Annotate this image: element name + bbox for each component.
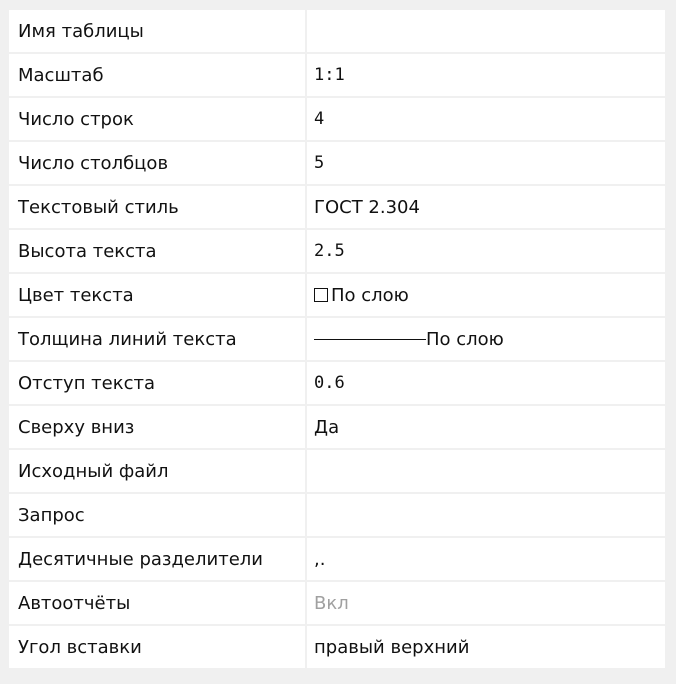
property-name: Число строк [9, 98, 307, 140]
property-name: Высота текста [9, 230, 307, 272]
property-row-text-margin[interactable]: Отступ текста 0.6 [9, 362, 665, 406]
property-value-field[interactable] [307, 494, 665, 536]
property-row-text-height[interactable]: Высота текста 2.5 [9, 230, 665, 274]
property-name: Отступ текста [9, 362, 307, 404]
property-name: Исходный файл [9, 450, 307, 492]
property-name: Угол вставки [9, 626, 307, 668]
property-row-decimal-separators[interactable]: Десятичные разделители ,. [9, 538, 665, 582]
color-dropdown[interactable]: По слою [307, 274, 665, 316]
property-name: Автоотчёты [9, 582, 307, 624]
property-value-field[interactable]: 0.6 [307, 362, 665, 404]
property-value-field[interactable] [307, 450, 665, 492]
property-name: Число столбцов [9, 142, 307, 184]
properties-panel: Имя таблицы Масштаб 1:1 Число строк 4 Чи… [0, 0, 676, 684]
property-row-source-file[interactable]: Исходный файл [9, 450, 665, 494]
property-name: Масштаб [9, 54, 307, 96]
property-name: Сверху вниз [9, 406, 307, 448]
property-name: Десятичные разделители [9, 538, 307, 580]
color-value-label: По слою [331, 284, 409, 306]
panel-bottom-spacer [9, 669, 665, 684]
property-row-insertion-corner[interactable]: Угол вставки правый верхний [9, 626, 665, 670]
property-value-field[interactable] [307, 10, 665, 52]
property-name: Текстовый стиль [9, 186, 307, 228]
property-value-field[interactable]: ,. [307, 538, 665, 580]
property-row-text-style[interactable]: Текстовый стиль ГОСТ 2.304 [9, 186, 665, 230]
property-name: Имя таблицы [9, 10, 307, 52]
property-row-text-color[interactable]: Цвет текста По слою [9, 274, 665, 318]
property-row-scale[interactable]: Масштаб 1:1 [9, 54, 665, 98]
property-row-rows-count[interactable]: Число строк 4 [9, 98, 665, 142]
property-value-field[interactable]: 1:1 [307, 54, 665, 96]
property-value-field: Вкл [314, 592, 349, 614]
properties-grid: Имя таблицы Масштаб 1:1 Число строк 4 Чи… [9, 9, 665, 670]
property-value-field[interactable]: 4 [307, 98, 665, 140]
property-value-field[interactable]: 2.5 [307, 230, 665, 272]
property-value-field[interactable]: правый верхний [307, 626, 665, 668]
property-name: Запрос [9, 494, 307, 536]
property-value-field[interactable]: Да [307, 406, 665, 448]
property-name: Толщина линий текста [9, 318, 307, 360]
property-row-text-lineweight[interactable]: Толщина линий текста По слою [9, 318, 665, 362]
property-name: Цвет текста [9, 274, 307, 316]
property-row-query[interactable]: Запрос [9, 494, 665, 538]
lineweight-value-label: По слою [426, 328, 504, 350]
property-row-columns-count[interactable]: Число столбцов 5 [9, 142, 665, 186]
property-row-autoreports[interactable]: Автоотчёты Вкл [9, 582, 665, 626]
property-row-top-down[interactable]: Сверху вниз Да [9, 406, 665, 450]
color-swatch-icon [314, 288, 328, 302]
line-sample-icon [314, 338, 426, 340]
property-value-field[interactable]: ГОСТ 2.304 [307, 186, 665, 228]
property-row-table-name[interactable]: Имя таблицы [9, 10, 665, 54]
lineweight-dropdown[interactable]: По слою [307, 318, 665, 360]
property-value-field[interactable]: 5 [307, 142, 665, 184]
